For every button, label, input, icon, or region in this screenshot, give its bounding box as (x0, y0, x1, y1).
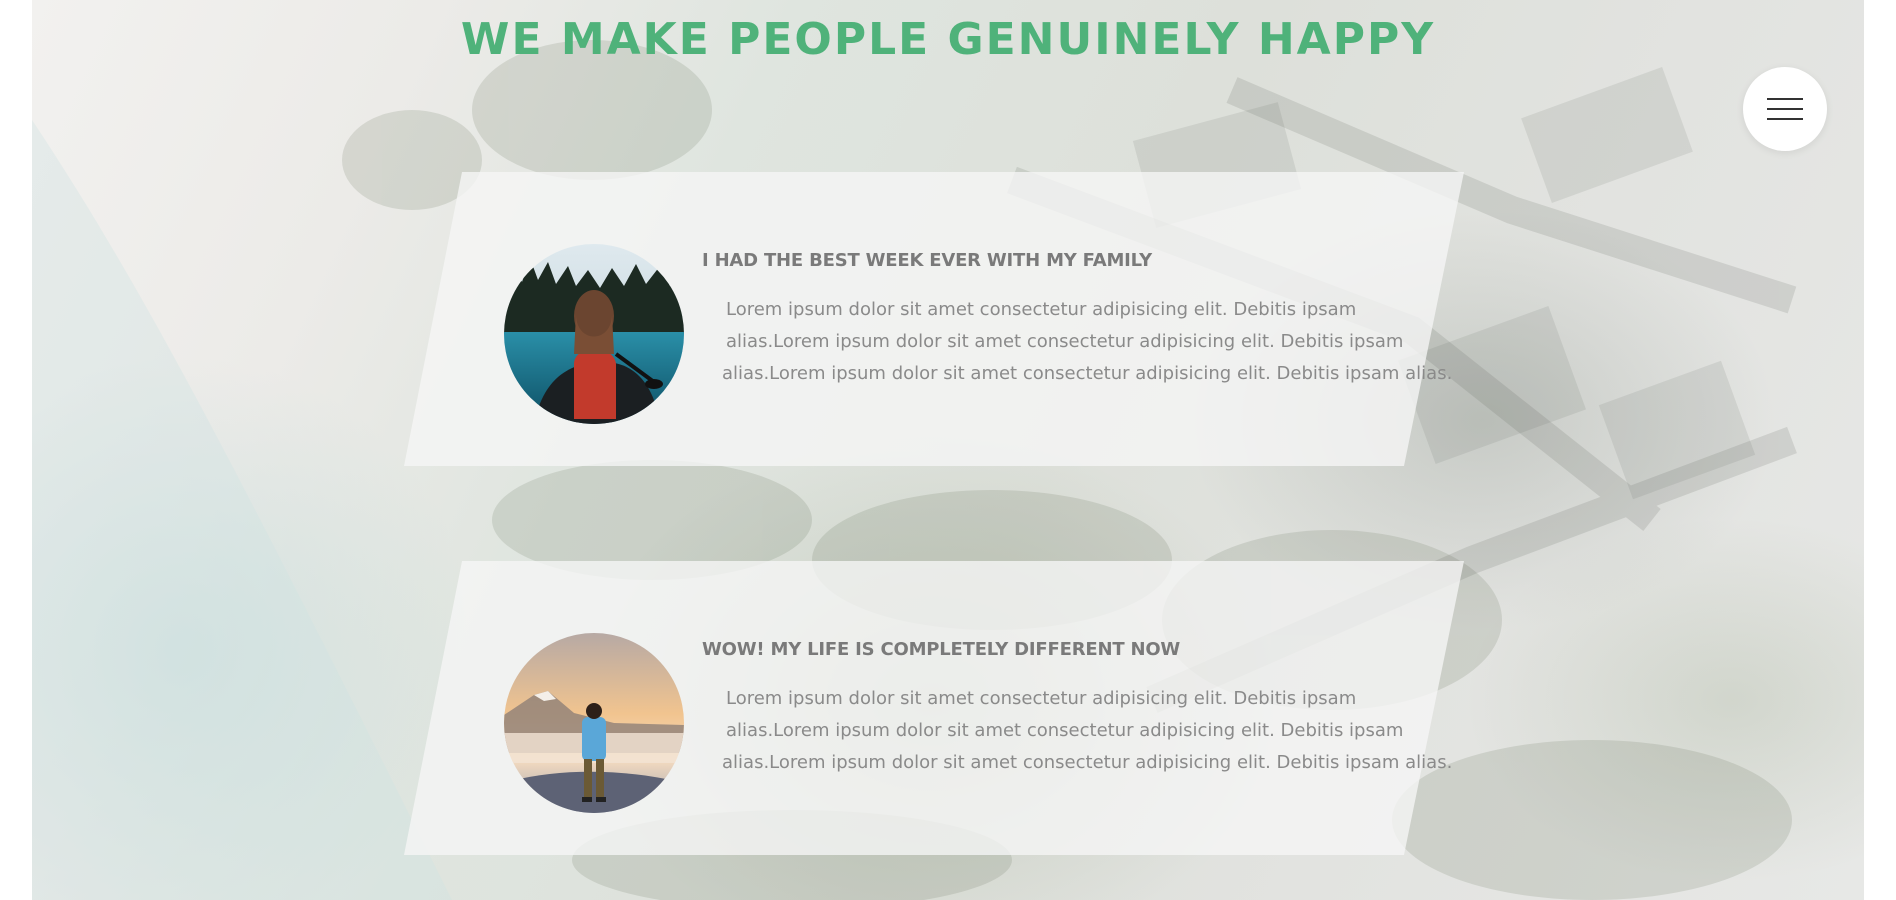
testimonial-card: I HAD THE BEST WEEK EVER WITH MY FAMILY … (404, 172, 1464, 466)
testimonials-section: WE MAKE PEOPLE GENUINELY HAPPY I HAD THE… (32, 0, 1864, 900)
page-heading: WE MAKE PEOPLE GENUINELY HAPPY (460, 14, 1436, 65)
woman-in-canoe-photo (504, 244, 684, 424)
testimonial-text-line: alias.Lorem ipsum dolor sit amet consect… (722, 752, 1453, 773)
testimonial-text-line: alias.Lorem ipsum dolor sit amet consect… (726, 720, 1404, 741)
testimonial-title: I HAD THE BEST WEEK EVER WITH MY FAMILY (702, 250, 1152, 271)
testimonial-text-line: alias.Lorem ipsum dolor sit amet consect… (726, 331, 1404, 352)
testimonial-text-line: alias.Lorem ipsum dolor sit amet consect… (722, 363, 1453, 384)
man-on-mountain-photo (504, 633, 684, 813)
testimonial-card: WOW! MY LIFE IS COMPLETELY DIFFERENT NOW… (404, 561, 1464, 855)
testimonial-text: Lorem ipsum dolor sit amet consectetur a… (714, 683, 1453, 779)
menu-button[interactable] (1743, 67, 1827, 151)
hamburger-menu-icon (1767, 98, 1803, 120)
testimonial-title: WOW! MY LIFE IS COMPLETELY DIFFERENT NOW (702, 639, 1181, 660)
testimonial-text-line: Lorem ipsum dolor sit amet consectetur a… (726, 688, 1357, 709)
testimonial-text-line: Lorem ipsum dolor sit amet consectetur a… (726, 299, 1357, 320)
testimonial-text: Lorem ipsum dolor sit amet consectetur a… (714, 294, 1453, 390)
